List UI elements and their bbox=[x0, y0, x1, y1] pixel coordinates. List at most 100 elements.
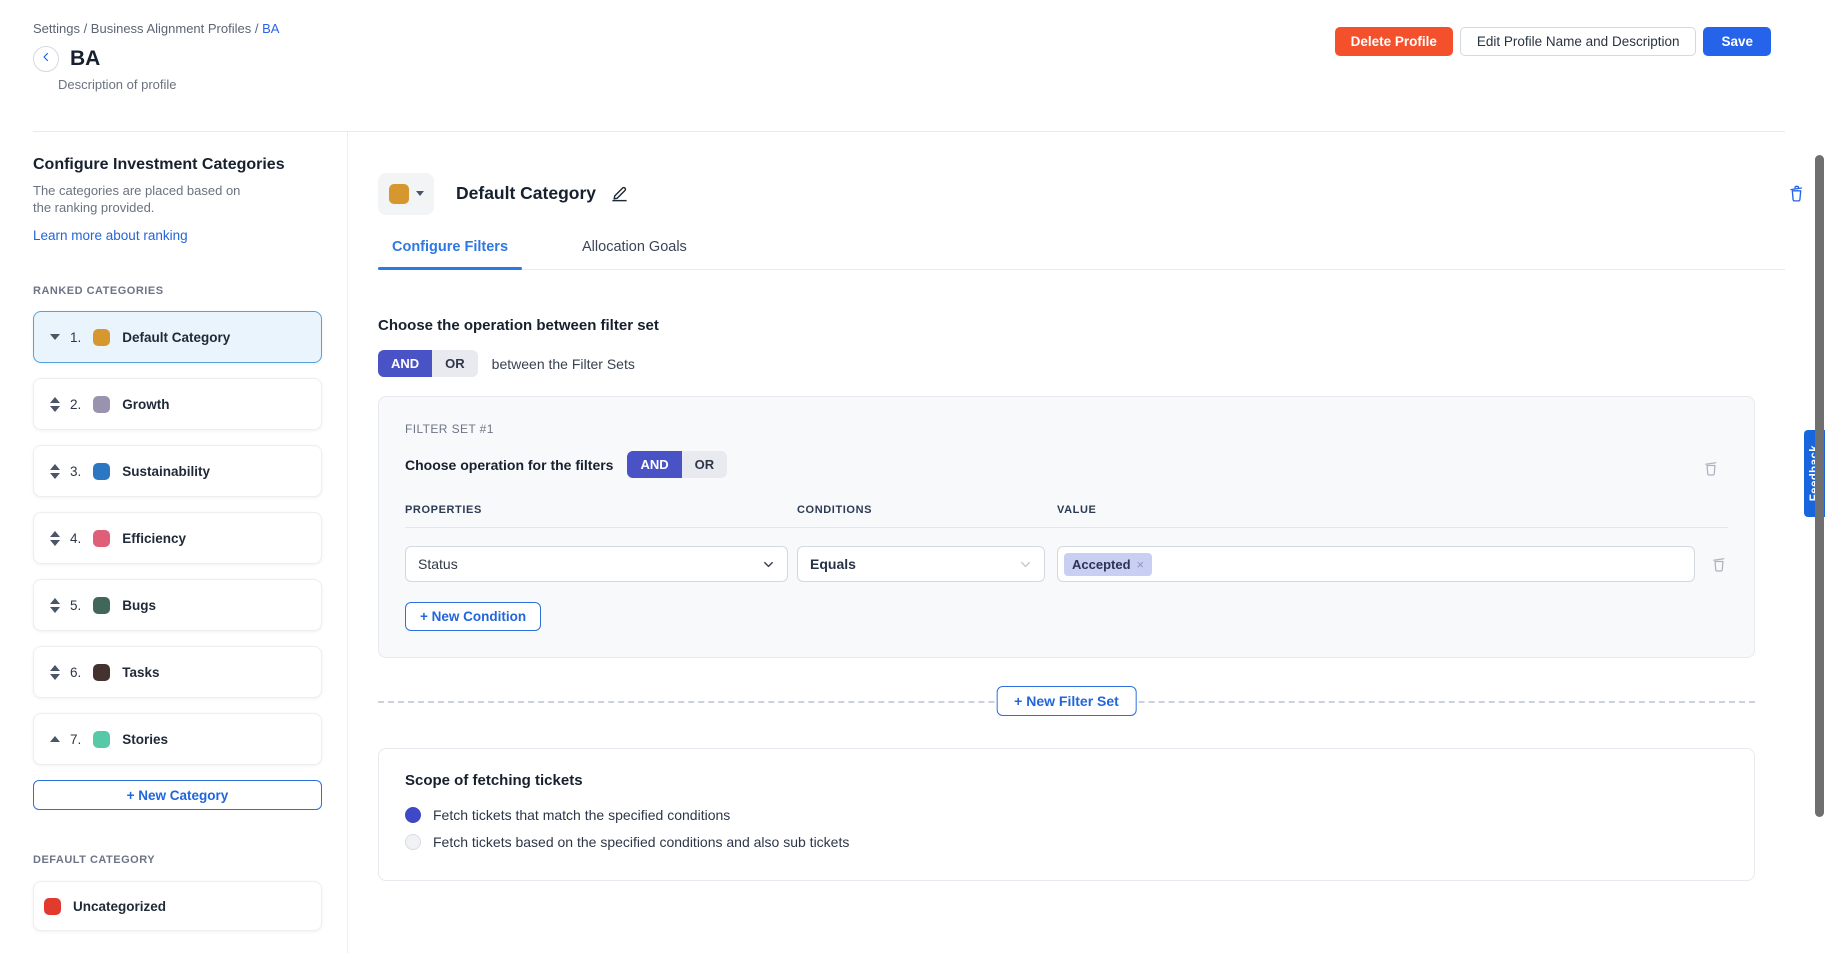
category-item-tasks[interactable]: 6. Tasks bbox=[33, 646, 322, 698]
category-name: Default Category bbox=[122, 330, 230, 345]
save-button[interactable]: Save bbox=[1703, 27, 1771, 56]
category-item-sustainability[interactable]: 3. Sustainability bbox=[33, 445, 322, 497]
condition-column-headers: PROPERTIES CONDITIONS VALUE bbox=[405, 504, 1728, 516]
value-column-header: VALUE bbox=[1057, 504, 1728, 516]
category-name: Tasks bbox=[122, 665, 159, 680]
delete-profile-button[interactable]: Delete Profile bbox=[1335, 27, 1453, 56]
category-list: 1. Default Category 2. Growth 3. Sustain… bbox=[33, 311, 322, 765]
category-item-bugs[interactable]: 5. Bugs bbox=[33, 579, 322, 631]
category-color-swatch bbox=[93, 731, 110, 748]
category-color-swatch bbox=[93, 664, 110, 681]
category-color-dropdown[interactable] bbox=[378, 173, 434, 215]
category-name: Efficiency bbox=[122, 531, 186, 546]
sidebar: Configure Investment Categories The cate… bbox=[33, 132, 322, 953]
category-rank: 6. bbox=[70, 665, 81, 680]
operation-heading: Choose the operation between filter set bbox=[378, 317, 1785, 334]
category-color-swatch bbox=[93, 396, 110, 413]
chip-remove-icon[interactable]: × bbox=[1137, 557, 1145, 572]
sort-updown-icon[interactable] bbox=[49, 397, 61, 412]
page: Settings / Business Alignment Profiles /… bbox=[0, 0, 1825, 953]
and-option[interactable]: AND bbox=[627, 451, 681, 478]
sort-updown-icon[interactable] bbox=[49, 531, 61, 546]
radio-label: Fetch tickets based on the specified con… bbox=[433, 834, 849, 850]
category-item-growth[interactable]: 2. Growth bbox=[33, 378, 322, 430]
back-button[interactable] bbox=[33, 46, 59, 72]
new-filter-set-row: + New Filter Set bbox=[378, 686, 1755, 718]
radio-unselected-icon[interactable] bbox=[405, 834, 421, 850]
scope-card: Scope of fetching tickets Fetch tickets … bbox=[378, 748, 1755, 881]
tab-configure-filters[interactable]: Configure Filters bbox=[378, 228, 522, 269]
and-option[interactable]: AND bbox=[378, 350, 432, 377]
default-category-label: DEFAULT CATEGORY bbox=[33, 854, 322, 866]
category-item-default-category[interactable]: 1. Default Category bbox=[33, 311, 322, 363]
learn-more-link[interactable]: Learn more about ranking bbox=[33, 228, 188, 243]
delete-filter-set-trash-icon[interactable] bbox=[1702, 459, 1720, 477]
tab-allocation-goals[interactable]: Allocation Goals bbox=[568, 228, 701, 269]
category-item-efficiency[interactable]: 4. Efficiency bbox=[33, 512, 322, 564]
radio-label: Fetch tickets that match the specified c… bbox=[433, 807, 730, 823]
new-filter-set-button[interactable]: + New Filter Set bbox=[996, 686, 1137, 716]
filter-operation-section: Choose the operation between filter set … bbox=[378, 317, 1785, 377]
category-color-swatch bbox=[93, 463, 110, 480]
category-rank: 7. bbox=[70, 732, 81, 747]
sort-updown-icon[interactable] bbox=[49, 665, 61, 680]
category-rank: 2. bbox=[70, 397, 81, 412]
sort-down-icon[interactable] bbox=[49, 334, 61, 340]
category-title: Default Category bbox=[456, 183, 596, 204]
filter-set-label: FILTER SET #1 bbox=[405, 422, 1728, 436]
chevron-down-icon bbox=[762, 558, 775, 571]
category-color-swatch bbox=[93, 329, 110, 346]
vertical-scrollbar[interactable] bbox=[1815, 155, 1824, 817]
delete-category-trash-icon[interactable] bbox=[1787, 184, 1806, 203]
category-name: Sustainability bbox=[122, 464, 210, 479]
category-header: Default Category bbox=[378, 172, 1806, 215]
property-select[interactable]: Status bbox=[405, 546, 788, 582]
scope-heading: Scope of fetching tickets bbox=[405, 772, 1728, 789]
page-title: BA bbox=[70, 47, 100, 71]
sidebar-title: Configure Investment Categories bbox=[33, 156, 322, 174]
page-header: Settings / Business Alignment Profiles /… bbox=[0, 0, 1825, 132]
edit-profile-button[interactable]: Edit Profile Name and Description bbox=[1460, 27, 1697, 56]
or-option[interactable]: OR bbox=[432, 350, 478, 377]
back-arrow-icon bbox=[40, 50, 52, 68]
sort-updown-icon[interactable] bbox=[49, 464, 61, 479]
conditions-column-header: CONDITIONS bbox=[797, 504, 1045, 516]
sort-up-icon[interactable] bbox=[49, 736, 61, 742]
category-name: Uncategorized bbox=[73, 899, 166, 914]
tab-bar: Configure Filters Allocation Goals bbox=[378, 228, 1785, 270]
category-item-stories[interactable]: 7. Stories bbox=[33, 713, 322, 765]
ranked-categories-label: RANKED CATEGORIES bbox=[33, 285, 322, 297]
filter-set-card: FILTER SET #1 Choose operation for the f… bbox=[378, 396, 1755, 658]
breadcrumb-current[interactable]: BA bbox=[262, 21, 279, 36]
category-name: Growth bbox=[122, 397, 169, 412]
profile-description: Description of profile bbox=[58, 77, 1825, 92]
category-rank: 3. bbox=[70, 464, 81, 479]
value-chip: Accepted × bbox=[1064, 553, 1152, 576]
category-color-swatch bbox=[44, 898, 61, 915]
filter-sets-andor-toggle: AND OR bbox=[378, 350, 478, 377]
caret-down-icon bbox=[416, 191, 424, 196]
edit-icon[interactable] bbox=[610, 184, 629, 203]
new-condition-button[interactable]: + New Condition bbox=[405, 602, 541, 631]
value-input[interactable]: Accepted × bbox=[1057, 546, 1695, 582]
category-rank: 1. bbox=[70, 330, 81, 345]
delete-condition-trash-icon[interactable] bbox=[1710, 555, 1728, 573]
breadcrumb-path[interactable]: Settings / Business Alignment Profiles / bbox=[33, 21, 258, 36]
category-color-swatch bbox=[389, 184, 409, 204]
radio-selected-icon[interactable] bbox=[405, 807, 421, 823]
new-category-button[interactable]: + New Category bbox=[33, 780, 322, 810]
sort-updown-icon[interactable] bbox=[49, 598, 61, 613]
column-divider bbox=[405, 527, 1728, 528]
category-rank: 4. bbox=[70, 531, 81, 546]
condition-select[interactable]: Equals bbox=[797, 546, 1045, 582]
scope-option-match-conditions[interactable]: Fetch tickets that match the specified c… bbox=[405, 807, 1728, 823]
category-item-uncategorized[interactable]: Uncategorized bbox=[33, 881, 322, 931]
or-option[interactable]: OR bbox=[682, 451, 728, 478]
main-panel: Default Category Configure Filters Alloc… bbox=[348, 132, 1825, 953]
header-actions: Delete Profile Edit Profile Name and Des… bbox=[1335, 27, 1771, 56]
scope-option-include-sub-tickets[interactable]: Fetch tickets based on the specified con… bbox=[405, 834, 1728, 850]
filters-andor-toggle: AND OR bbox=[627, 451, 727, 478]
condition-row: Status Equals Accepted bbox=[405, 546, 1728, 582]
category-color-swatch bbox=[93, 530, 110, 547]
category-name: Bugs bbox=[122, 598, 156, 613]
